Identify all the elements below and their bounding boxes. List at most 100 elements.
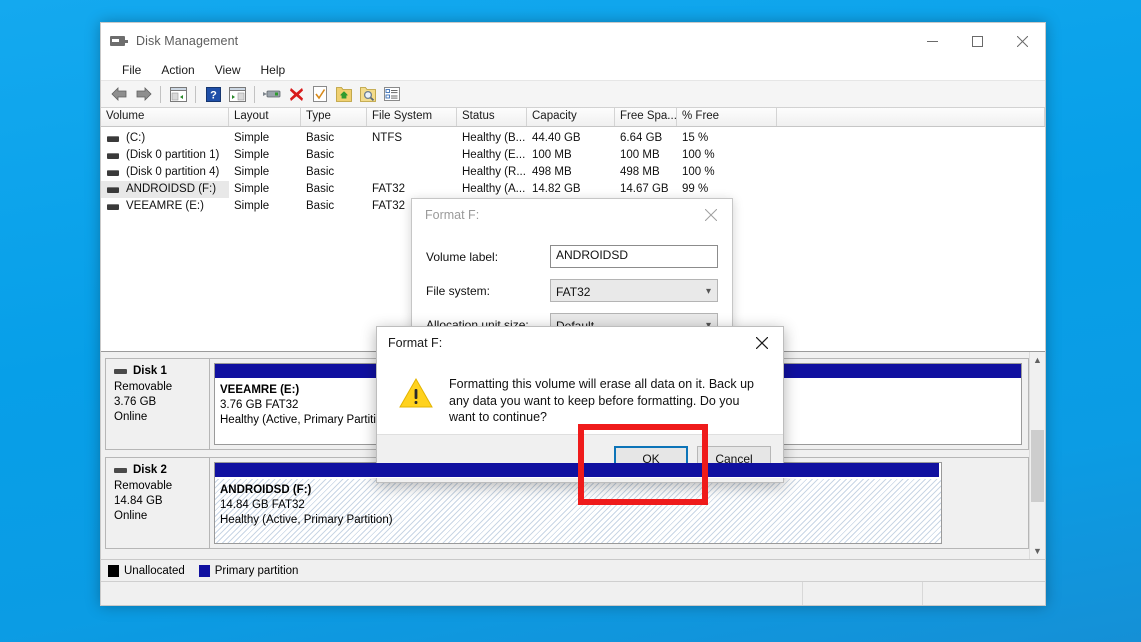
close-icon[interactable] <box>690 199 732 231</box>
toolbar-separator <box>254 85 255 103</box>
toolbar: ? <box>101 81 1045 108</box>
column-header-capacity[interactable]: Capacity <box>527 108 615 126</box>
cell-volume[interactable]: (Disk 0 partition 1) <box>101 147 229 164</box>
list-view-icon[interactable] <box>380 83 404 105</box>
svg-text:?: ? <box>210 89 217 101</box>
column-header-percent-free[interactable]: % Free <box>677 108 777 126</box>
menu-item-file[interactable]: File <box>113 61 150 79</box>
volume-list-header: Volume Layout Type File System Status Ca… <box>101 108 1045 127</box>
window-controls <box>910 23 1045 59</box>
partition-block-androidsd[interactable]: ANDROIDSD (F:) 14.84 GB FAT32 Healthy (A… <box>214 462 942 544</box>
cell-volume-label: (Disk 0 partition 1) <box>126 149 220 161</box>
cell-percent-free: 100 % <box>682 166 715 178</box>
cell-type: Basic <box>306 132 335 144</box>
file-system-value: FAT32 <box>556 284 591 299</box>
confirm-dialog-title: Format F: <box>388 335 443 350</box>
cell-type: Basic <box>306 200 335 212</box>
cell-volume-label: (C:) <box>126 132 146 144</box>
disk-info-1[interactable]: Disk 1 Removable 3.76 GB Online <box>106 359 210 449</box>
column-header-free-space[interactable]: Free Spa... <box>615 108 677 126</box>
statusbar-pane-3 <box>923 582 1045 605</box>
table-row-selected[interactable]: ANDROIDSD (F:) Simple Basic FAT32 Health… <box>101 181 1045 198</box>
volume-disk-icon <box>107 186 119 193</box>
table-row[interactable]: (C:) Simple Basic NTFS Healthy (B... 44.… <box>101 130 1045 147</box>
statusbar-pane-2 <box>803 582 923 605</box>
show-hide-action-pane-icon[interactable] <box>225 83 249 105</box>
partition-status-2: Healthy (Active, Primary Partition) <box>220 514 393 526</box>
format-dialog[interactable]: Format F: Volume label: ANDROIDSD File s… <box>411 198 733 339</box>
disk-title-1: Disk 1 <box>114 365 209 377</box>
menubar: File Action View Help <box>101 59 1045 81</box>
menu-item-action[interactable]: Action <box>152 61 203 79</box>
back-arrow-icon[interactable] <box>107 83 131 105</box>
column-header-type[interactable]: Type <box>301 108 367 126</box>
disk-state-1: Online <box>114 411 148 423</box>
legend-label-unallocated: Unallocated <box>124 564 185 577</box>
disk-name: Disk 1 <box>133 365 167 377</box>
window-title: Disk Management <box>136 34 239 48</box>
cell-status: Healthy (B... <box>462 132 526 144</box>
cell-capacity: 498 MB <box>532 166 572 178</box>
cell-free-space: 6.64 GB <box>620 132 663 144</box>
window-titlebar[interactable]: Disk Management <box>101 23 1045 59</box>
table-row[interactable]: (Disk 0 partition 1) Simple Basic Health… <box>101 147 1045 164</box>
cell-free-space: 498 MB <box>620 166 660 178</box>
format-dialog-title: Format F: <box>425 208 480 222</box>
chevron-down-icon: ▾ <box>705 286 711 297</box>
export-list-icon[interactable] <box>332 83 356 105</box>
legend-label-primary: Primary partition <box>214 564 299 577</box>
table-row[interactable]: (Disk 0 partition 4) Simple Basic Health… <box>101 164 1045 181</box>
column-header-volume[interactable]: Volume <box>101 108 229 126</box>
format-dialog-titlebar[interactable]: Format F: <box>412 199 732 231</box>
menu-item-help[interactable]: Help <box>252 61 295 79</box>
cell-volume[interactable]: VEEAMRE (E:) <box>101 198 229 215</box>
partition-text-2: ANDROIDSD (F:) 14.84 GB FAT32 Healthy (A… <box>215 479 941 528</box>
cell-capacity: 100 MB <box>532 149 572 161</box>
scrollbar-track[interactable] <box>1030 368 1045 543</box>
cell-file-system: FAT32 <box>372 183 406 195</box>
file-system-select[interactable]: FAT32 ▾ <box>550 279 718 302</box>
cell-volume[interactable]: (Disk 0 partition 4) <box>101 164 229 181</box>
show-hide-console-tree-icon[interactable] <box>166 83 190 105</box>
column-header-layout[interactable]: Layout <box>229 108 301 126</box>
cell-volume[interactable]: ANDROIDSD (F:) <box>101 181 229 198</box>
properties-icon[interactable] <box>308 83 332 105</box>
cell-volume-label: VEEAMRE (E:) <box>126 200 204 212</box>
close-button[interactable] <box>1000 23 1045 59</box>
partition-text-1: VEEAMRE (E:) 3.76 GB FAT32 Healthy (Acti… <box>215 379 1021 428</box>
disk-state-2: Online <box>114 510 148 522</box>
cell-capacity: 44.40 GB <box>532 132 581 144</box>
column-header-status[interactable]: Status <box>457 108 527 126</box>
graphical-view-scrollbar[interactable]: ▲ ▼ <box>1029 352 1045 559</box>
disk-size-1: 3.76 GB <box>114 396 157 408</box>
close-icon[interactable] <box>741 327 783 358</box>
cell-layout: Simple <box>234 132 270 144</box>
scrollbar-thumb[interactable] <box>1031 430 1044 502</box>
disk-row-2[interactable]: Disk 2 Removable 14.84 GB Online ANDROID… <box>105 457 1029 549</box>
partition-label-1: VEEAMRE (E:) <box>220 384 300 396</box>
toolbar-separator <box>160 85 161 103</box>
menu-item-view[interactable]: View <box>206 61 250 79</box>
help-icon[interactable]: ? <box>201 83 225 105</box>
cell-layout: Simple <box>234 200 270 212</box>
confirm-dialog-titlebar[interactable]: Format F: <box>377 327 783 358</box>
minimize-button[interactable] <box>910 23 955 59</box>
scroll-up-icon[interactable]: ▲ <box>1030 352 1045 368</box>
column-header-file-system[interactable]: File System <box>367 108 457 126</box>
rescan-disks-icon[interactable] <box>260 83 284 105</box>
forward-arrow-icon[interactable] <box>131 83 155 105</box>
disk-info-2[interactable]: Disk 2 Removable 14.84 GB Online <box>106 458 210 548</box>
cell-type: Basic <box>306 183 335 195</box>
volume-disk-icon <box>107 169 119 176</box>
legend-swatch-primary <box>198 564 210 577</box>
delete-icon[interactable] <box>284 83 308 105</box>
volume-label-input[interactable]: ANDROIDSD <box>550 245 718 268</box>
format-dialog-body: Volume label: ANDROIDSD File system: FAT… <box>412 231 732 339</box>
legend: Unallocated Primary partition <box>101 559 1045 581</box>
statusbar <box>101 581 1045 605</box>
cell-volume[interactable]: (C:) <box>101 130 229 147</box>
cell-layout: Simple <box>234 149 270 161</box>
maximize-button[interactable] <box>955 23 1000 59</box>
scroll-down-icon[interactable]: ▼ <box>1030 543 1045 559</box>
search-folder-icon[interactable] <box>356 83 380 105</box>
